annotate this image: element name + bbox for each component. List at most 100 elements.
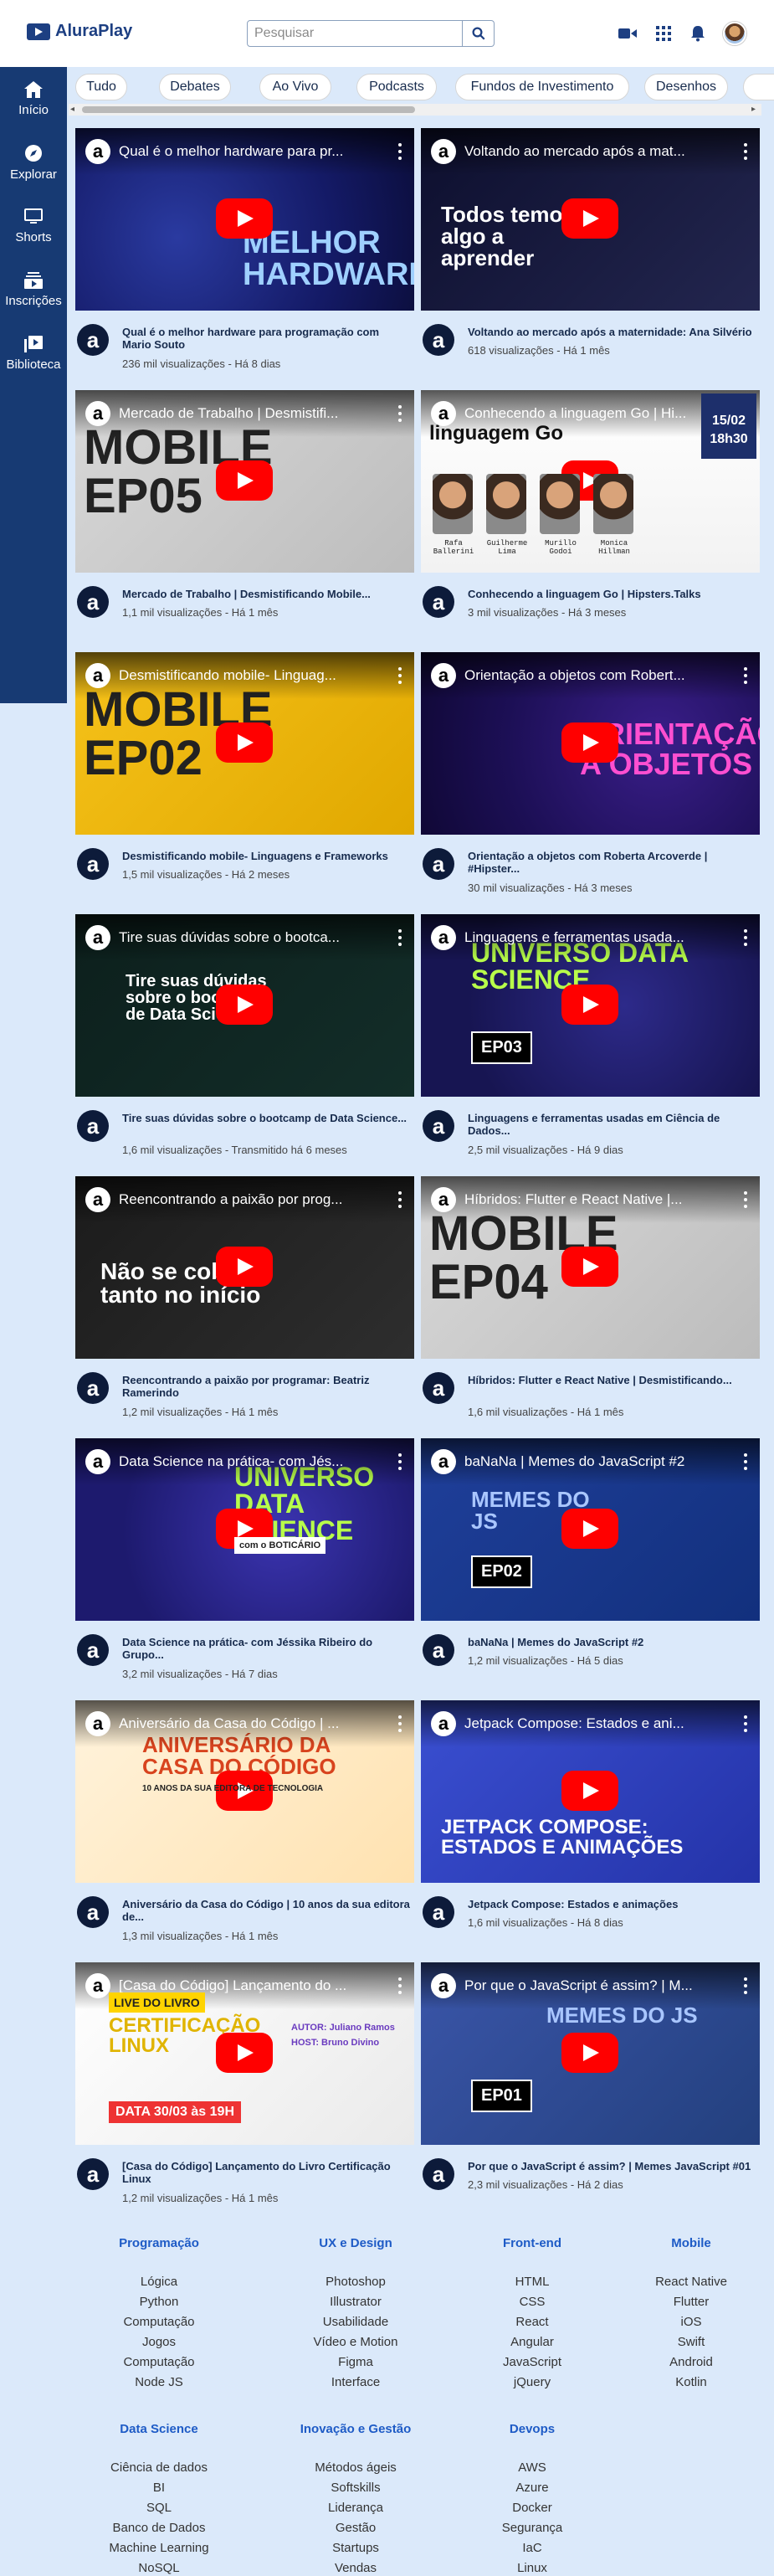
video-title[interactable]: Por que o JavaScript é assim? | Memes Ja… (468, 2160, 756, 2172)
channel-logo-icon[interactable]: a (85, 1973, 110, 1998)
video-card[interactable]: MOBILE EP05 a Mercado de Trabalho | Desm… (75, 390, 414, 650)
channel-logo-icon[interactable]: a (431, 1187, 456, 1212)
footer-link[interactable]: Figma (280, 2352, 431, 2373)
footer-link[interactable]: Vídeo e Motion (280, 2332, 431, 2352)
more-options-icon[interactable] (397, 143, 402, 160)
video-thumbnail[interactable]: MOBILE EP04 a Híbridos: Flutter e React … (421, 1176, 760, 1359)
footer-link[interactable]: Flutter (616, 2292, 766, 2312)
play-icon[interactable] (561, 1509, 618, 1549)
footer-link[interactable]: Photoshop (280, 2272, 431, 2292)
channel-logo-icon[interactable]: a (431, 139, 456, 164)
video-title[interactable]: Desmistificando mobile- Linguagens e Fra… (122, 850, 411, 862)
video-title[interactable]: Tire suas dúvidas sobre o bootcamp de Da… (122, 1112, 411, 1124)
channel-avatar-icon[interactable]: a (77, 848, 109, 880)
channel-avatar-icon[interactable]: a (77, 586, 109, 618)
footer-link[interactable]: Jogos (84, 2332, 234, 2352)
play-icon[interactable] (561, 722, 618, 763)
footer-link[interactable]: Python (84, 2292, 234, 2312)
play-icon[interactable] (561, 2033, 618, 2073)
video-title[interactable]: Aniversário da Casa do Código | 10 anos … (122, 1898, 411, 1923)
channel-avatar-icon[interactable]: a (77, 1634, 109, 1666)
more-options-icon[interactable] (397, 405, 402, 422)
scroll-right-icon[interactable]: ▸ (751, 105, 760, 114)
channel-logo-icon[interactable]: a (431, 663, 456, 688)
channel-avatar-icon[interactable]: a (77, 2158, 109, 2190)
footer-link[interactable]: HTML (457, 2272, 607, 2292)
footer-heading[interactable]: Inovação e Gestão (280, 2422, 431, 2436)
footer-link[interactable]: Interface (280, 2373, 431, 2393)
footer-link[interactable]: React (457, 2312, 607, 2332)
video-card[interactable]: linguagem Go a Conhecendo a linguagem Go… (421, 390, 760, 650)
footer-link[interactable]: Ciência de dados (84, 2458, 234, 2478)
channel-logo-icon[interactable]: a (431, 1711, 456, 1736)
footer-link[interactable]: Gestão (280, 2518, 431, 2538)
footer-link[interactable]: Linux (457, 2558, 607, 2576)
footer-heading[interactable]: Devops (457, 2422, 607, 2436)
play-icon[interactable] (561, 985, 618, 1025)
channel-logo-icon[interactable]: a (431, 925, 456, 950)
chips-scrollbar[interactable]: ◂ ▸ (69, 104, 761, 116)
channel-logo-icon[interactable]: a (431, 1973, 456, 1998)
video-title[interactable]: Qual é o melhor hardware para programaçã… (122, 326, 411, 351)
video-title[interactable]: Conhecendo a linguagem Go | Hipsters.Tal… (468, 588, 756, 600)
more-options-icon[interactable] (397, 1715, 402, 1732)
channel-logo-icon[interactable]: a (85, 1187, 110, 1212)
footer-link[interactable]: Segurança (457, 2518, 607, 2538)
video-title[interactable]: baNaNa | Memes do JavaScript #2 (468, 1636, 756, 1648)
sidebar-item-inscricoes[interactable]: Inscrições (0, 258, 67, 321)
video-card[interactable]: JETPACK COMPOSE: ESTADOS E ANIMAÇÕES a J… (421, 1700, 760, 1960)
video-thumbnail[interactable]: ORIENTAÇÃO A OBJETOS a Orientação a obje… (421, 652, 760, 835)
footer-heading[interactable]: UX e Design (280, 2236, 431, 2250)
video-title[interactable]: Jetpack Compose: Estados e animações (468, 1898, 756, 1910)
more-options-icon[interactable] (397, 1453, 402, 1470)
footer-link[interactable]: Computação (84, 2312, 234, 2332)
more-options-icon[interactable] (397, 1191, 402, 1208)
footer-link[interactable]: AWS (457, 2458, 607, 2478)
footer-link[interactable]: Node JS (84, 2373, 234, 2393)
play-icon[interactable] (216, 2033, 273, 2073)
video-thumbnail[interactable]: MEMES DO JS a baNaNa | Memes do JavaScri… (421, 1438, 760, 1621)
footer-link[interactable]: Métodos ágeis (280, 2458, 431, 2478)
video-thumbnail[interactable]: O MELHOR HARDWARE a Qual é o melhor hard… (75, 128, 414, 311)
channel-avatar-icon[interactable]: a (77, 324, 109, 356)
footer-link[interactable]: IaC (457, 2538, 607, 2558)
channel-avatar-icon[interactable]: a (423, 848, 454, 880)
chip-debates[interactable]: Debates (159, 74, 231, 100)
video-card[interactable]: MEMES DO JS a Por que o JavaScript é ass… (421, 1962, 760, 2222)
channel-avatar-icon[interactable]: a (423, 1110, 454, 1142)
footer-heading[interactable]: Front-end (457, 2236, 607, 2250)
channel-avatar-icon[interactable]: a (423, 324, 454, 356)
channel-avatar-icon[interactable]: a (423, 1896, 454, 1928)
video-title[interactable]: Voltando ao mercado após a maternidade: … (468, 326, 756, 338)
more-options-icon[interactable] (743, 929, 748, 946)
video-thumbnail[interactable]: MOBILE EP02 a Desmistificando mobile- Li… (75, 652, 414, 835)
video-card[interactable]: MOBILE EP02 a Desmistificando mobile- Li… (75, 652, 414, 912)
channel-logo-icon[interactable]: a (85, 1711, 110, 1736)
more-options-icon[interactable] (743, 143, 748, 160)
chip-ao-vivo[interactable]: Ao Vivo (259, 74, 331, 100)
video-card[interactable]: MEMES DO JS a baNaNa | Memes do JavaScri… (421, 1438, 760, 1698)
footer-link[interactable]: Lógica (84, 2272, 234, 2292)
video-thumbnail[interactable]: UNIVERSO DATA SCIENCE a Linguagens e fer… (421, 914, 760, 1097)
chip-desenhos[interactable]: Desenhos (644, 74, 728, 100)
chip-partial[interactable] (743, 74, 774, 100)
video-thumbnail[interactable]: CERTIFICAÇÃO LINUX a [Casa do Código] La… (75, 1962, 414, 2145)
footer-link[interactable]: Machine Learning (84, 2538, 234, 2558)
play-icon[interactable] (216, 460, 273, 501)
channel-avatar-icon[interactable]: a (77, 1372, 109, 1404)
more-options-icon[interactable] (743, 1453, 748, 1470)
play-icon[interactable] (216, 198, 273, 239)
video-card[interactable]: UNIVERSO DATA SCIENCE a Linguagens e fer… (421, 914, 760, 1174)
channel-avatar-icon[interactable]: a (77, 1896, 109, 1928)
apps-grid-icon[interactable] (654, 23, 674, 44)
sidebar-item-biblioteca[interactable]: Biblioteca (0, 321, 67, 385)
footer-heading[interactable]: Mobile (616, 2236, 766, 2250)
footer-link[interactable]: Azure (457, 2478, 607, 2498)
footer-heading[interactable]: Programação (84, 2236, 234, 2250)
play-icon[interactable] (561, 198, 618, 239)
video-thumbnail[interactable]: linguagem Go a Conhecendo a linguagem Go… (421, 390, 760, 573)
more-options-icon[interactable] (743, 1977, 748, 1994)
more-options-icon[interactable] (397, 667, 402, 684)
footer-link[interactable]: Computação (84, 2352, 234, 2373)
video-card[interactable]: UNIVERSO DATA SCIENCE a Data Science na … (75, 1438, 414, 1698)
